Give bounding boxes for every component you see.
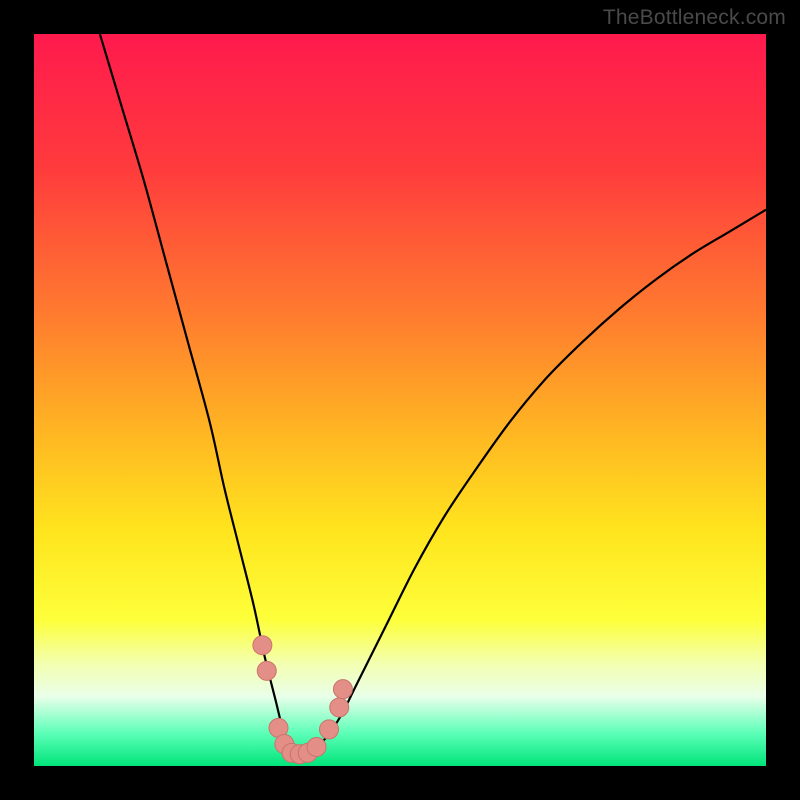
plot-area	[34, 34, 766, 766]
watermark-text: TheBottleneck.com	[603, 6, 786, 30]
data-marker	[253, 636, 272, 655]
data-marker	[330, 698, 349, 717]
bottleneck-chart	[34, 34, 766, 766]
data-marker	[257, 661, 276, 680]
data-marker	[333, 680, 352, 699]
data-marker	[307, 737, 326, 756]
data-marker	[319, 720, 338, 739]
gradient-background	[34, 34, 766, 766]
chart-frame: TheBottleneck.com	[0, 0, 800, 800]
